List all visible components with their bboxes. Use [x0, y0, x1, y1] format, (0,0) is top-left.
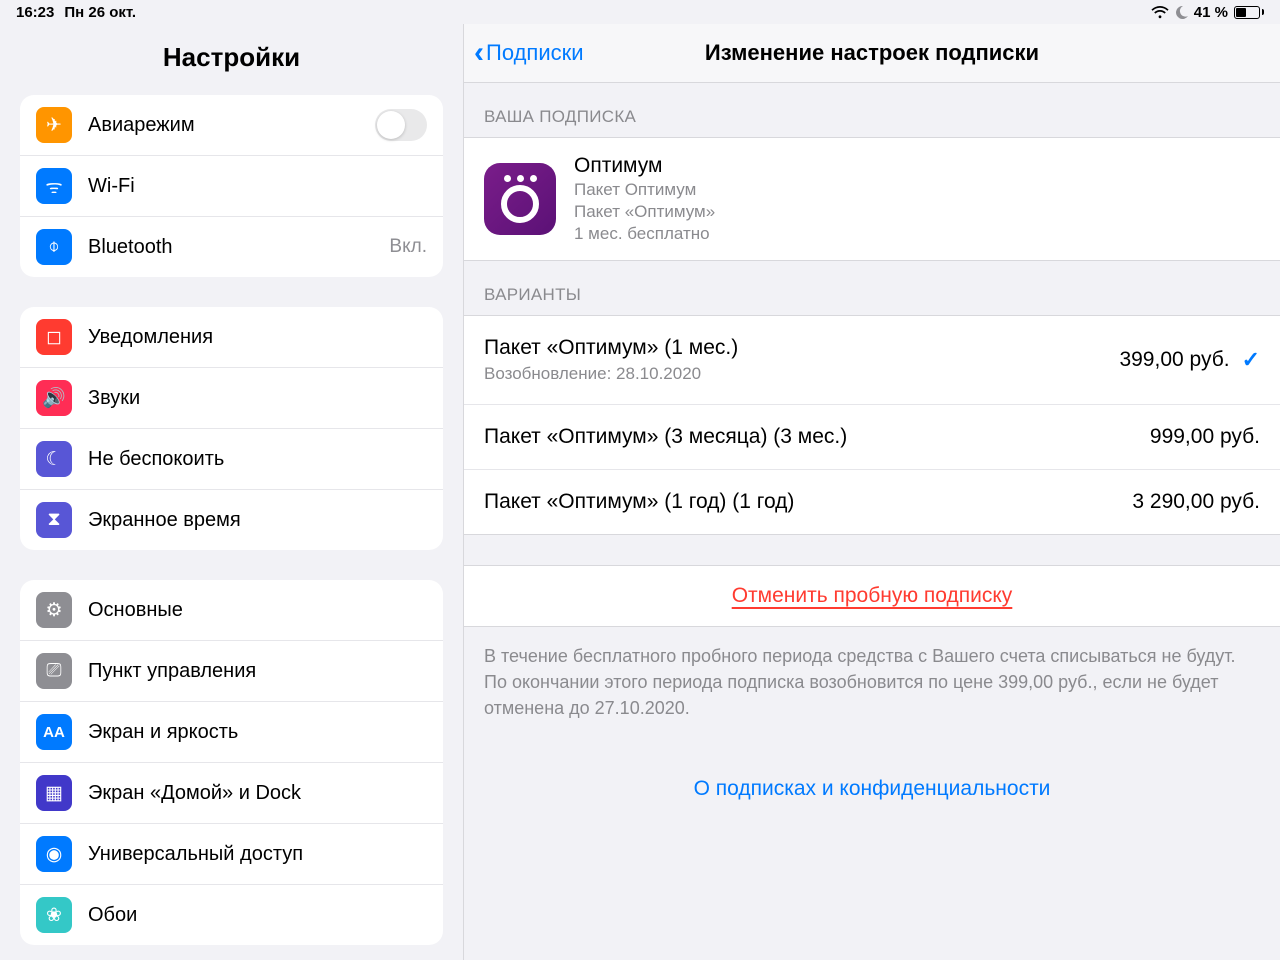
- nav-bar: ‹ Подписки Изменение настроек подписки: [464, 24, 1280, 83]
- app-line2: Пакет «Оптимум»: [574, 202, 715, 222]
- settings-group: ◻ Уведомления 🔊 Звуки ☾ Не беспокоить ⧗ Экранно…: [20, 307, 443, 550]
- subscription-app-row[interactable]: Оптимум Пакет Оптимум Пакет «Оптимум» 1 …: [464, 138, 1280, 260]
- sidebar-item-label: Основные: [88, 599, 427, 622]
- sidebar-item-switches[interactable]: ⎚ Пункт управления: [20, 641, 443, 702]
- dnd-moon-icon: [1175, 6, 1188, 19]
- wifi-icon: ᯤ: [36, 168, 72, 204]
- airplane-switch[interactable]: [375, 109, 427, 141]
- sidebar-item-label: Уведомления: [88, 326, 427, 349]
- flower-icon: ❀: [36, 897, 72, 933]
- sidebar-item-airplane[interactable]: ✈ Авиарежим: [20, 95, 443, 156]
- hourglass-icon: ⧗: [36, 502, 72, 538]
- sidebar-item-label: Экран и яркость: [88, 721, 427, 744]
- app-line1: Пакет Оптимум: [574, 180, 715, 200]
- status-date: Пн 26 окт.: [64, 4, 136, 21]
- bluetooth-icon: ⌽: [36, 229, 72, 265]
- detail-pane: ‹ Подписки Изменение настроек подписки В…: [464, 24, 1280, 960]
- airplane-icon: ✈: [36, 107, 72, 143]
- app-line3: 1 мес. бесплатно: [574, 224, 715, 244]
- subscription-option[interactable]: Пакет «Оптимум» (1 мес.) Возобновление: 2…: [464, 316, 1280, 405]
- sidebar-item-label: Универсальный доступ: [88, 843, 427, 866]
- sidebar-item-label: Звуки: [88, 387, 427, 410]
- bell-icon: ◻: [36, 319, 72, 355]
- option-title: Пакет «Оптимум» (1 год) (1 год): [484, 490, 794, 514]
- sidebar-title: Настройки: [0, 24, 463, 95]
- settings-group: ⚙ Основные ⎚ Пункт управления AA Экран и ярко…: [20, 580, 443, 945]
- option-price: 399,00 руб.: [1119, 348, 1229, 372]
- option-title: Пакет «Оптимум» (1 мес.): [484, 336, 738, 360]
- sidebar-item-value: Вкл.: [389, 236, 427, 258]
- sidebar-item-label: Wi-Fi: [88, 175, 427, 198]
- switches-icon: ⎚: [36, 653, 72, 689]
- privacy-link[interactable]: О подписках и конфиденциальности: [464, 749, 1280, 829]
- status-bar: 16:23 Пн 26 окт. 41 %: [0, 0, 1280, 24]
- sidebar-item-flower[interactable]: ❀ Обои: [20, 885, 443, 945]
- sidebar-item-label: Не беспокоить: [88, 448, 427, 471]
- wifi-icon: [1151, 6, 1169, 19]
- sidebar-item-label: Авиарежим: [88, 114, 375, 137]
- sidebar-item-gear[interactable]: ⚙ Основные: [20, 580, 443, 641]
- back-label: Подписки: [486, 40, 584, 66]
- sidebar-item-label: Пункт управления: [88, 660, 427, 683]
- option-price: 999,00 руб.: [1150, 425, 1260, 449]
- sidebar-item-hourglass[interactable]: ⧗ Экранное время: [20, 490, 443, 550]
- status-time: 16:23: [16, 4, 54, 21]
- cancel-card: Отменить пробную подписку: [464, 565, 1280, 627]
- aa-icon: AA: [36, 714, 72, 750]
- option-title: Пакет «Оптимум» (3 месяца) (3 мес.): [484, 425, 847, 449]
- settings-sidebar: Настройки ✈ Авиарежим ᯤ Wi-Fi ⌽ BluetoothВкл.…: [0, 24, 464, 960]
- options-header: ВАРИАНТЫ: [464, 261, 1280, 315]
- sidebar-item-label: Обои: [88, 904, 427, 927]
- battery-icon: [1234, 6, 1264, 19]
- subscription-option[interactable]: Пакет «Оптимум» (3 месяца) (3 мес.) 999,0…: [464, 405, 1280, 470]
- sidebar-item-label: Bluetooth: [88, 236, 389, 259]
- sidebar-item-grid[interactable]: ▦ Экран «Домой» и Dock: [20, 763, 443, 824]
- sidebar-item-label: Экран «Домой» и Dock: [88, 782, 427, 805]
- options-card: Пакет «Оптимум» (1 мес.) Возобновление: 2…: [464, 315, 1280, 535]
- app-icon: [484, 163, 556, 235]
- sidebar-item-person[interactable]: ◉ Универсальный доступ: [20, 824, 443, 885]
- footer-text: В течение бесплатного пробного периода с…: [464, 627, 1280, 749]
- moon-icon: ☾: [36, 441, 72, 477]
- sidebar-item-moon[interactable]: ☾ Не беспокоить: [20, 429, 443, 490]
- subscription-card: Оптимум Пакет Оптимум Пакет «Оптимум» 1 …: [464, 137, 1280, 261]
- speaker-icon: 🔊: [36, 380, 72, 416]
- app-name: Оптимум: [574, 154, 715, 178]
- gear-icon: ⚙: [36, 592, 72, 628]
- option-subtitle: Возобновление: 28.10.2020: [484, 364, 738, 384]
- option-price: 3 290,00 руб.: [1132, 490, 1260, 514]
- sidebar-item-wifi[interactable]: ᯤ Wi-Fi: [20, 156, 443, 217]
- subscription-option[interactable]: Пакет «Оптимум» (1 год) (1 год) 3 290,00 …: [464, 470, 1280, 534]
- grid-icon: ▦: [36, 775, 72, 811]
- chevron-left-icon: ‹: [474, 38, 484, 68]
- person-icon: ◉: [36, 836, 72, 872]
- sidebar-item-aa[interactable]: AA Экран и яркость: [20, 702, 443, 763]
- page-title: Изменение настроек подписки: [464, 40, 1280, 66]
- sidebar-item-speaker[interactable]: 🔊 Звуки: [20, 368, 443, 429]
- sidebar-item-label: Экранное время: [88, 509, 427, 532]
- sidebar-item-bluetooth[interactable]: ⌽ BluetoothВкл.: [20, 217, 443, 277]
- cancel-subscription-button[interactable]: Отменить пробную подписку: [464, 566, 1280, 626]
- settings-group: ✈ Авиарежим ᯤ Wi-Fi ⌽ BluetoothВкл.: [20, 95, 443, 277]
- back-button[interactable]: ‹ Подписки: [474, 38, 584, 68]
- sidebar-item-bell[interactable]: ◻ Уведомления: [20, 307, 443, 368]
- checkmark-icon: ✓: [1242, 347, 1260, 373]
- battery-percent: 41 %: [1194, 4, 1228, 21]
- your-subscription-header: ВАША ПОДПИСКА: [464, 83, 1280, 137]
